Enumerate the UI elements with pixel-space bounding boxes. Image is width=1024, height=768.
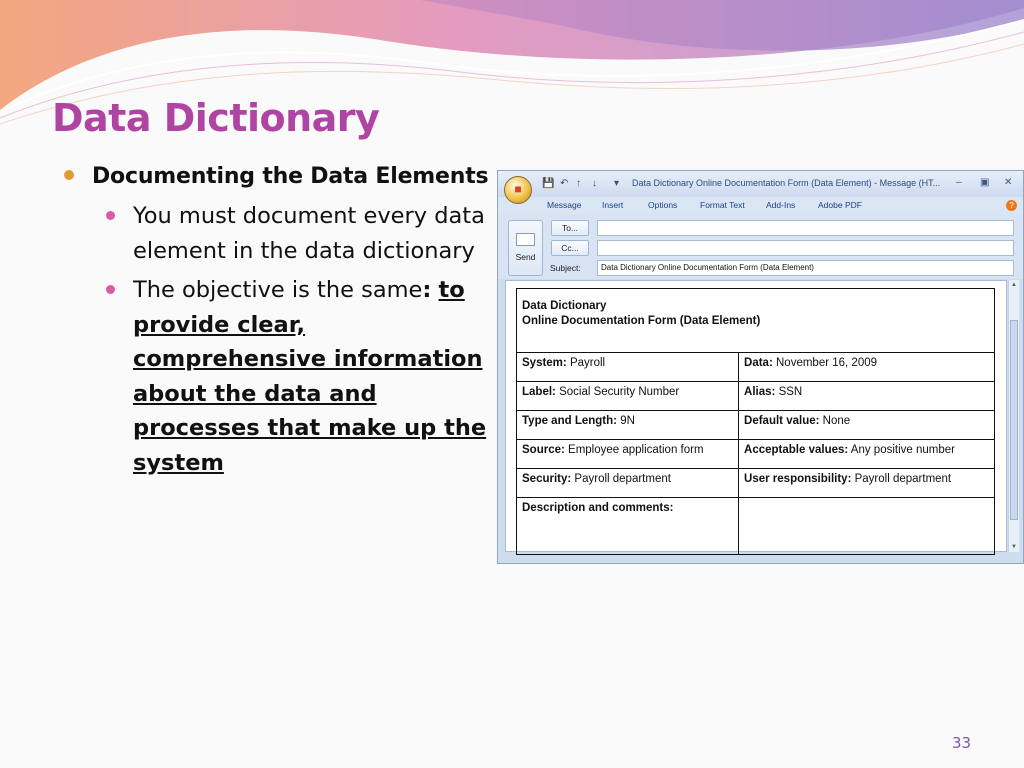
window-titlebar: 💾 ↶ ↑ ↓ ▾ Data Dictionary Online Documen… <box>498 171 1023 197</box>
bullet-item-1-text: You must document every data element in … <box>133 203 485 264</box>
cell-label: Acceptable values: <box>744 444 849 456</box>
send-button[interactable]: Send <box>508 220 543 276</box>
bullet-dot <box>64 170 74 180</box>
form-heading-cell: Data Dictionary Online Documentation For… <box>516 288 995 353</box>
table-cell: Security: Payroll department <box>515 468 740 498</box>
cell-label: User responsibility: <box>744 473 852 485</box>
send-label: Send <box>515 252 536 262</box>
message-window: 💾 ↶ ↑ ↓ ▾ Data Dictionary Online Documen… <box>497 170 1024 564</box>
envelope-icon <box>516 233 535 246</box>
cell-value: November 16, 2009 <box>776 357 878 369</box>
address-area: Send To... Cc... Subject: Data Dictionar… <box>498 214 1023 279</box>
cell-value: Payroll <box>569 357 606 369</box>
cell-label: System: <box>522 357 567 369</box>
cell-label: Data: <box>744 357 773 369</box>
table-row: Label: Social Security Number Alias: SSN <box>515 381 995 411</box>
page-number: 33 <box>952 734 972 752</box>
to-button[interactable]: To... <box>551 220 589 236</box>
help-icon[interactable]: ? <box>1006 200 1017 211</box>
form-heading-2: Online Documentation Form (Data Element) <box>522 315 761 327</box>
cell-label: Description and comments: <box>522 502 674 514</box>
cell-value: None <box>822 415 851 427</box>
cell-label: Type and Length: <box>522 415 617 427</box>
cell-value: Payroll department <box>574 473 671 485</box>
table-cell: Source: Employee application form <box>515 439 740 469</box>
cell-label: Alias: <box>744 386 776 398</box>
cell-label: Security: <box>522 473 572 485</box>
cell-value: Payroll department <box>854 473 952 485</box>
form-heading-1: Data Dictionary <box>522 300 607 312</box>
office-button[interactable]: ■ <box>504 176 532 204</box>
bullet-item-2: The objective is the same: to provide cl… <box>102 273 492 480</box>
bullet-item-1: You must document every data element in … <box>102 199 492 268</box>
table-cell: System: Payroll <box>515 352 740 382</box>
bullet-list: Documenting the Data Elements You must d… <box>62 160 492 480</box>
bullet-item-2-colon: : <box>422 277 432 303</box>
scroll-up-icon[interactable]: ▲ <box>1011 282 1017 288</box>
tab-add-ins[interactable]: Add-Ins <box>766 200 795 210</box>
scroll-down-icon[interactable]: ▼ <box>1011 544 1017 550</box>
customize-qat-icon[interactable]: ▾ <box>614 178 619 189</box>
up-arrow-icon[interactable]: ↑ <box>576 178 581 189</box>
minimize-button[interactable]: – <box>956 177 962 188</box>
cell-value: Any positive number <box>850 444 955 456</box>
table-cell: Alias: SSN <box>738 381 995 411</box>
table-cell <box>738 497 995 555</box>
maximize-button[interactable]: ▣ <box>980 177 989 188</box>
close-button[interactable]: ✕ <box>1004 177 1012 188</box>
cc-button[interactable]: Cc... <box>551 240 589 256</box>
table-cell: User responsibility: Payroll department <box>738 468 995 498</box>
table-row: Description and comments: <box>515 497 995 555</box>
table-row: Source: Employee application form Accept… <box>515 439 995 469</box>
bullet-dot <box>106 211 115 220</box>
cell-label: Default value: <box>744 415 820 427</box>
table-cell: Data: November 16, 2009 <box>738 352 995 382</box>
undo-icon[interactable]: ↶ <box>560 178 568 189</box>
subject-label: Subject: <box>550 263 581 273</box>
slide-title: Data Dictionary <box>52 96 380 140</box>
bullet-level1-text: Documenting the Data Elements <box>92 164 489 189</box>
window-title: Data Dictionary Online Documentation For… <box>632 178 941 188</box>
cell-value: Employee application form <box>568 444 704 456</box>
bullet-item-2-text: The objective is the same <box>133 277 423 303</box>
cell-value: Social Security Number <box>559 386 680 398</box>
tab-format-text[interactable]: Format Text <box>700 200 745 210</box>
vertical-scrollbar[interactable]: ▲ ▼ <box>1008 280 1019 552</box>
tab-adobe-pdf[interactable]: Adobe PDF <box>818 200 862 210</box>
message-body[interactable]: Data Dictionary Online Documentation For… <box>505 280 1007 555</box>
table-cell: Acceptable values: Any positive number <box>738 439 995 469</box>
table-cell: Type and Length: 9N <box>515 410 740 440</box>
cell-label: Source: <box>522 444 565 456</box>
table-row: Type and Length: 9N Default value: None <box>515 410 995 440</box>
table-cell: Label: Social Security Number <box>515 381 740 411</box>
table-cell: Default value: None <box>738 410 995 440</box>
down-arrow-icon[interactable]: ↓ <box>592 178 597 189</box>
cell-label: Label: <box>522 386 556 398</box>
to-field[interactable] <box>597 220 1014 236</box>
tab-message[interactable]: Message <box>547 200 582 210</box>
subject-field[interactable]: Data Dictionary Online Documentation For… <box>597 260 1014 276</box>
save-icon[interactable]: 💾 <box>542 178 554 189</box>
table-row: Security: Payroll department User respon… <box>515 468 995 498</box>
tab-insert[interactable]: Insert <box>602 200 623 210</box>
cell-value: SSN <box>778 386 803 398</box>
cell-value: 9N <box>620 415 635 427</box>
scroll-thumb[interactable] <box>1010 320 1018 520</box>
bullet-dot <box>106 285 115 294</box>
table-row: System: Payroll Data: November 16, 2009 <box>515 352 995 382</box>
documentation-form-table: Data Dictionary Online Documentation For… <box>515 288 995 555</box>
table-cell: Description and comments: <box>515 497 740 555</box>
tab-options[interactable]: Options <box>648 200 677 210</box>
ribbon-tabs: Message Insert Options Format Text Add-I… <box>498 197 1023 214</box>
bullet-item-2-emphasis: to provide clear, comprehensive informat… <box>133 277 487 476</box>
cc-field[interactable] <box>597 240 1014 256</box>
bullet-level1: Documenting the Data Elements <box>62 160 492 194</box>
